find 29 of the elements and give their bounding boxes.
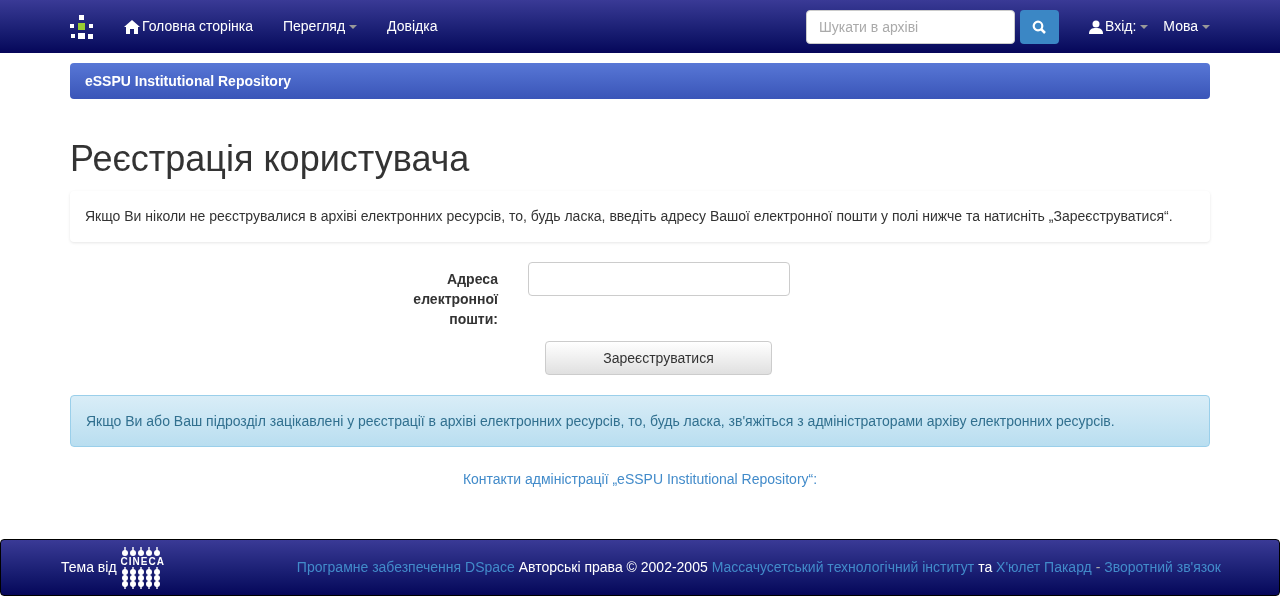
- home-icon: [124, 19, 140, 34]
- caret-icon: [1140, 24, 1149, 29]
- nav-link[interactable]: Перегляд: [282, 16, 358, 37]
- footer-text: Програмне забезпечення DSpace Авторські права © 2002-2005 Массачусетський технологічний інститут та Х'юлет Пакард - Зворотний зв'язок: [296, 558, 1221, 577]
- logo-icon: [70, 14, 94, 39]
- search-field[interactable]: Шукати в архіві: [805, 9, 1015, 44]
- footer-link[interactable]: Програмне забезпечення DSpace: [296, 559, 515, 575]
- contact-link[interactable]: Контакти адміністрації „eSSPU Institutional Repository“:: [462, 469, 818, 490]
- nav-link[interactable]: Довідка: [387, 16, 438, 37]
- info-text: Якщо Ви або Ваш підрозділ зацікавлені у реєстрації в архіві електронних ресурсів, то, будь ласка, зв'яжіться з адміністраторами архіву електронних ресурсів.: [86, 411, 1115, 431]
- nav-link[interactable]: Головна сторінка: [124, 16, 253, 37]
- search-icon: [1032, 19, 1047, 34]
- login-menu[interactable]: Вхід:: [1088, 16, 1149, 37]
- language-menu[interactable]: Мова: [1163, 16, 1210, 37]
- page-title: Реєстрація користувача: [70, 137, 470, 181]
- footer-link[interactable]: Зворотний зв'язок: [1104, 559, 1221, 575]
- footer-link[interactable]: Х'юлет Пакард: [996, 559, 1092, 575]
- caret-icon: [349, 24, 358, 29]
- user-icon: [1088, 19, 1103, 34]
- breadcrumb-link[interactable]: eSSPU Institutional Repository: [85, 70, 292, 92]
- intro-text: Якщо Ви ніколи не реєструвалися в архіві електронних ресурсів, то, будь ласка, введіть адресу Вашої електронної пошти у полі нижче та натисніть „Зареєструватися“.: [85, 207, 1174, 226]
- footer-link[interactable]: Массачусетський технологічний інститут: [711, 559, 975, 575]
- email-label: Адреса електронної пошти:: [412, 270, 500, 329]
- search-button[interactable]: [1019, 9, 1059, 44]
- theme-credit: Тема від: [61, 558, 117, 577]
- caret-icon: [1202, 24, 1210, 29]
- cineca-logo: CINECA: [120, 546, 165, 589]
- email-field[interactable]: [528, 262, 790, 296]
- register-button[interactable]: Зареєструватися: [545, 341, 772, 375]
